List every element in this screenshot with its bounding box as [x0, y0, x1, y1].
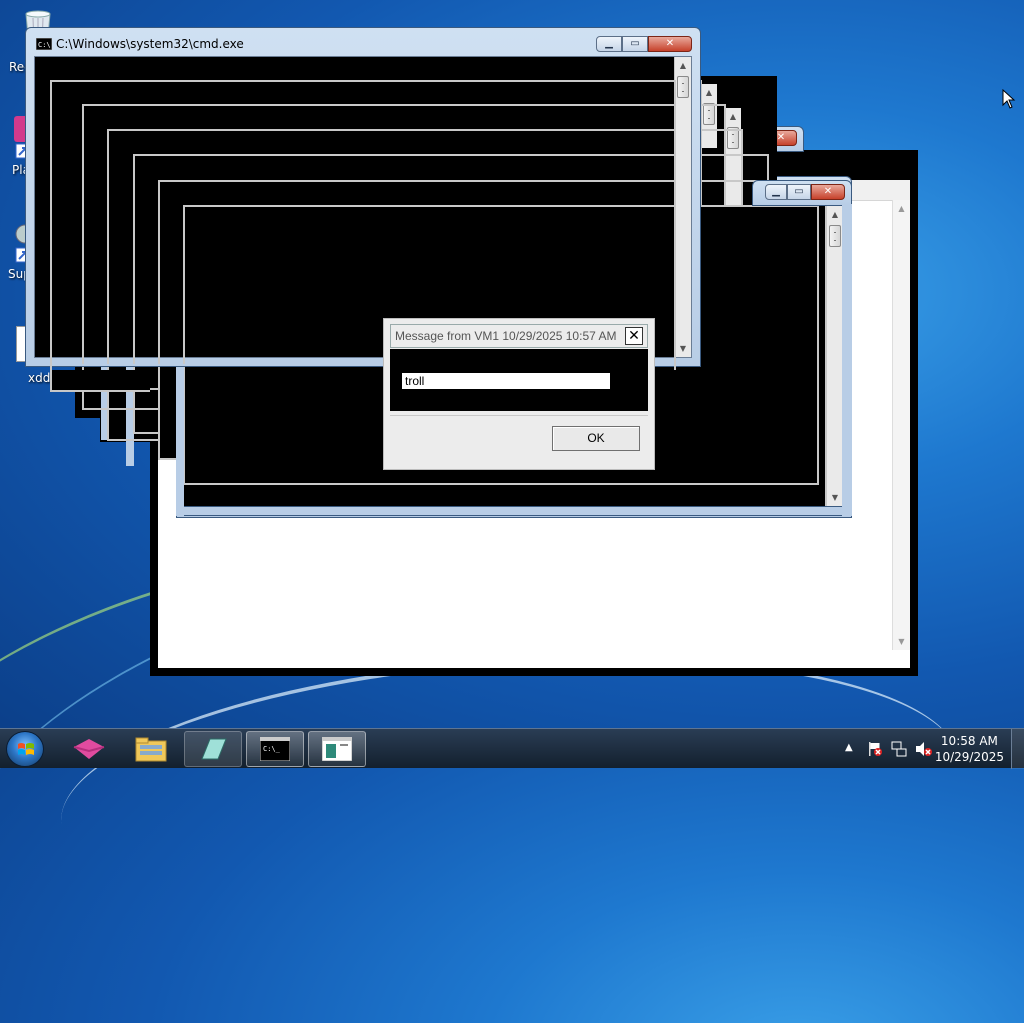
dialog-close-button[interactable]: ✕: [625, 327, 643, 345]
desktop-icon-label: xdd: [28, 371, 51, 385]
svg-text:C:\: C:\: [38, 41, 51, 49]
clock-time: 10:58 AM: [940, 734, 998, 748]
vertical-scrollbar[interactable]: ▲ ▼: [892, 200, 910, 650]
scroll-thumb[interactable]: [677, 76, 689, 98]
file-explorer-icon: [135, 737, 167, 762]
show-desktop-button[interactable]: [1011, 729, 1024, 769]
cmd-window-caption-fragment: ▁ ▭ ✕: [752, 180, 852, 206]
mouse-cursor-icon: [1002, 89, 1016, 109]
maximize-icon: ▭: [630, 38, 640, 49]
scroll-thumb[interactable]: [829, 225, 841, 247]
close-button[interactable]: ✕: [648, 36, 692, 52]
minimize-button[interactable]: ▁: [765, 184, 787, 200]
cmd-icon: C:\: [36, 38, 52, 50]
minimize-icon: ▁: [605, 38, 613, 49]
notepad-taskbar-icon: [322, 737, 352, 761]
scroll-down-icon[interactable]: ▼: [675, 340, 691, 357]
system-clock[interactable]: 10:58 AM 10/29/2025: [935, 733, 1004, 765]
maximize-button[interactable]: ▭: [622, 36, 648, 52]
cmd-taskbar-icon: C:\_: [260, 737, 290, 761]
dialog-title: Message from VM1 10/29/2025 10:57 AM: [395, 329, 617, 343]
ok-button[interactable]: OK: [552, 426, 640, 451]
svg-text:C:\_: C:\_: [263, 745, 281, 753]
close-icon: ✕: [776, 132, 786, 143]
window-title: C:\Windows\system32\cmd.exe: [56, 37, 244, 51]
taskbar-glass-app[interactable]: [184, 731, 242, 767]
glass-app-icon: [201, 738, 227, 760]
minimize-icon: ▁: [772, 186, 780, 197]
vertical-scrollbar[interactable]: ▲ ▼: [674, 57, 691, 357]
message-dialog[interactable]: Message from VM1 10/29/2025 10:57 AM ✕ t…: [383, 318, 655, 470]
taskbar-app-pink[interactable]: [60, 731, 118, 767]
scroll-up-icon[interactable]: ▲: [725, 108, 741, 125]
network-icon[interactable]: [891, 741, 907, 757]
start-button[interactable]: [6, 731, 44, 767]
volume-muted-icon[interactable]: [915, 741, 933, 757]
maximize-icon: ▭: [794, 186, 804, 197]
window-frame-strip: [50, 370, 150, 392]
window-border: [842, 204, 852, 516]
close-icon: ✕: [823, 186, 833, 197]
scroll-up-icon[interactable]: ▲: [701, 84, 717, 101]
clock-date: 10/29/2025: [934, 750, 1004, 764]
minimize-button[interactable]: ▁: [596, 36, 622, 52]
window-border: [176, 506, 852, 516]
window-controls: ▁ ▭ ✕: [596, 36, 692, 54]
taskbar-file-explorer[interactable]: [122, 731, 180, 767]
vertical-scrollbar[interactable]: ▲ ▼: [826, 206, 843, 506]
taskbar-cmd[interactable]: C:\_: [246, 731, 304, 767]
maximize-button[interactable]: ▭: [787, 184, 811, 200]
wallpaper-swoosh: [51, 628, 969, 956]
message-text: troll: [402, 373, 610, 389]
scroll-up-icon[interactable]: ▲: [675, 57, 691, 74]
action-center-flag-icon[interactable]: [867, 741, 883, 757]
taskbar-notepad[interactable]: [308, 731, 366, 767]
show-hidden-icons-chevron[interactable]: ▲: [845, 742, 853, 753]
dialog-titlebar[interactable]: Message from VM1 10/29/2025 10:57 AM ✕: [390, 324, 648, 348]
scroll-down-icon[interactable]: ▼: [827, 489, 843, 506]
message-area: troll: [390, 349, 648, 411]
app-pink-icon: [73, 739, 105, 759]
dialog-divider: [390, 415, 648, 416]
taskbar: C:\_ ▲ 10:58 AM 10/29/2025: [0, 728, 1024, 769]
close-button[interactable]: ✕: [811, 184, 845, 200]
close-icon: ✕: [665, 38, 675, 49]
scroll-up-icon[interactable]: ▲: [827, 206, 843, 223]
window-border: [176, 360, 184, 516]
windows-start-icon: [18, 743, 34, 755]
